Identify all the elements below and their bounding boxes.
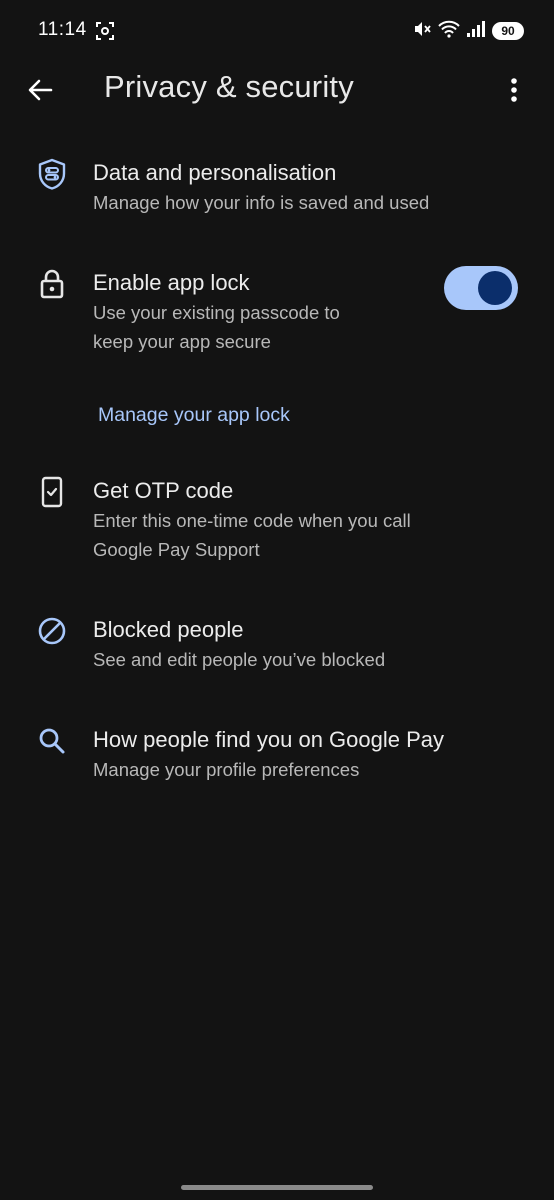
setting-text: Blocked people See and edit people you’v… — [93, 615, 474, 674]
arrow-left-icon — [28, 79, 53, 101]
search-icon — [36, 725, 68, 757]
status-time: 11:14 — [38, 19, 87, 40]
phone-check-icon — [36, 476, 68, 508]
status-icons: 90 — [412, 19, 524, 43]
mute-icon — [412, 19, 432, 44]
screenshot-icon — [95, 21, 115, 41]
setting-subtitle-line1: Enter this one-time code when you call — [93, 510, 411, 531]
page-title: Privacy & security — [104, 69, 354, 104]
app-bar: Privacy & security — [0, 62, 554, 118]
setting-how-people-find-you[interactable]: How people find you on Google Pay Manage… — [0, 723, 554, 793]
app-lock-toggle[interactable] — [444, 266, 518, 310]
setting-subtitle-line2: keep your app secure — [93, 331, 271, 352]
setting-title: Enable app lock — [93, 270, 250, 295]
lock-icon — [36, 268, 68, 300]
setting-data-personalisation[interactable]: Data and personalisation Manage how your… — [0, 156, 554, 226]
setting-blocked-people[interactable]: Blocked people See and edit people you’v… — [0, 613, 554, 683]
signal-icon — [466, 19, 486, 44]
setting-title: How people find you on Google Pay — [93, 727, 445, 752]
setting-title: Blocked people — [93, 617, 244, 642]
setting-text: Enable app lock Use your existing passco… — [93, 268, 474, 356]
block-icon — [36, 615, 68, 647]
wifi-icon — [438, 19, 460, 44]
more-vert-icon — [511, 78, 517, 102]
setting-subtitle: See and edit people you’ve blocked — [93, 649, 386, 670]
manage-app-lock-link[interactable]: Manage your app lock — [98, 404, 290, 427]
battery-indicator: 90 — [492, 22, 524, 40]
setting-get-otp-code[interactable]: Get OTP code Enter this one-time code wh… — [0, 474, 554, 574]
setting-title: Data and personalisation — [93, 160, 337, 185]
setting-subtitle-line2: Google Pay Support — [93, 539, 260, 560]
setting-subtitle: Manage how your info is saved and used — [93, 192, 430, 213]
setting-text: How people find you on Google Pay Manage… — [93, 725, 514, 784]
back-button[interactable] — [22, 72, 58, 108]
setting-subtitle-line1: Use your existing passcode to — [93, 302, 340, 323]
setting-text: Get OTP code Enter this one-time code wh… — [93, 476, 474, 564]
toggle-knob — [478, 271, 512, 305]
setting-enable-app-lock[interactable]: Enable app lock Use your existing passco… — [0, 266, 554, 366]
shield-icon — [36, 158, 68, 190]
setting-title: Get OTP code — [93, 478, 234, 503]
setting-text: Data and personalisation Manage how your… — [93, 158, 474, 217]
status-bar: 11:14 90 — [0, 0, 554, 62]
more-options-button[interactable] — [496, 72, 532, 108]
home-indicator[interactable] — [181, 1185, 373, 1190]
setting-subtitle: Manage your profile preferences — [93, 759, 360, 780]
